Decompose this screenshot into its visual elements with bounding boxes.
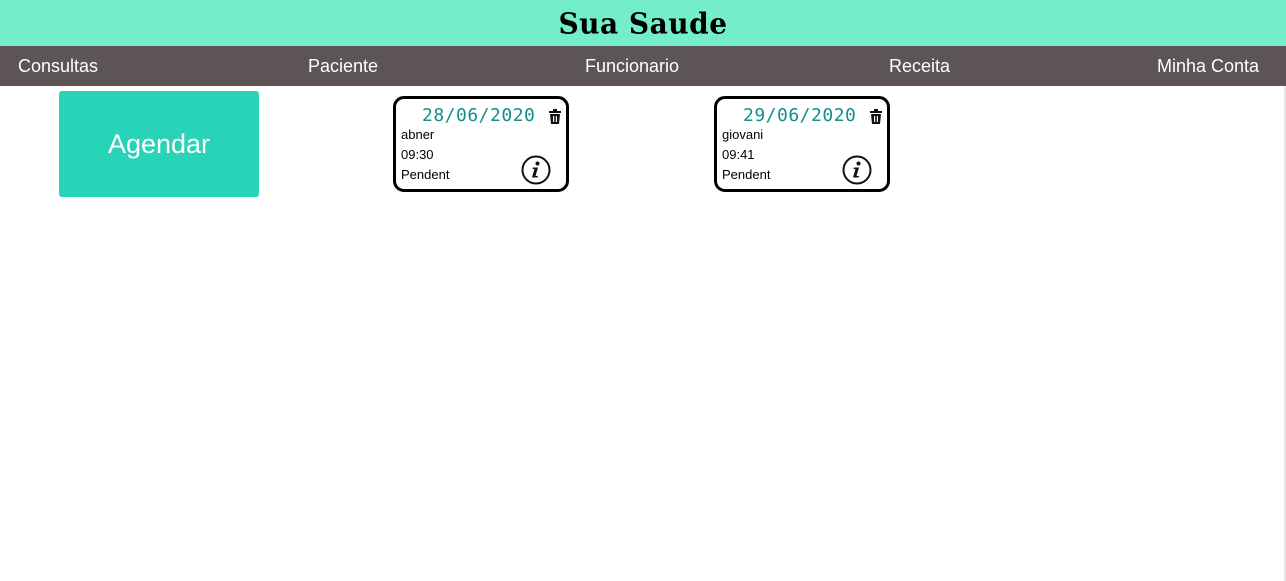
nav-item-consultas[interactable]: Consultas xyxy=(18,46,98,86)
info-icon[interactable] xyxy=(521,155,551,185)
nav-item-funcionario[interactable]: Funcionario xyxy=(585,46,679,86)
appointment-date: 28/06/2020 xyxy=(422,105,536,126)
app-header: Sua Saude xyxy=(0,0,1286,46)
appointment-time: 09:30 xyxy=(401,147,434,162)
info-icon[interactable] xyxy=(842,155,872,185)
nav-item-paciente[interactable]: Paciente xyxy=(308,46,378,86)
trash-icon[interactable] xyxy=(548,109,562,125)
appointment-card: 28/06/2020 abner 09:30 Pendent xyxy=(393,96,569,192)
main-nav: Consultas Paciente Funcionario Receita M… xyxy=(0,46,1286,86)
appointment-status: Pendent xyxy=(722,167,771,182)
appointment-patient: abner xyxy=(401,127,435,142)
app-title: Sua Saude xyxy=(558,5,728,41)
nav-item-minha-conta[interactable]: Minha Conta xyxy=(1157,46,1259,86)
trash-icon[interactable] xyxy=(869,109,883,125)
appointment-status: Pendent xyxy=(401,167,450,182)
schedule-button[interactable]: Agendar xyxy=(59,91,259,197)
appointment-date: 29/06/2020 xyxy=(743,105,857,126)
appointment-card: 29/06/2020 giovani 09:41 Pendent xyxy=(714,96,890,192)
appointment-patient: giovani xyxy=(722,127,764,142)
appointment-time: 09:41 xyxy=(722,147,755,162)
nav-item-receita[interactable]: Receita xyxy=(889,46,950,86)
